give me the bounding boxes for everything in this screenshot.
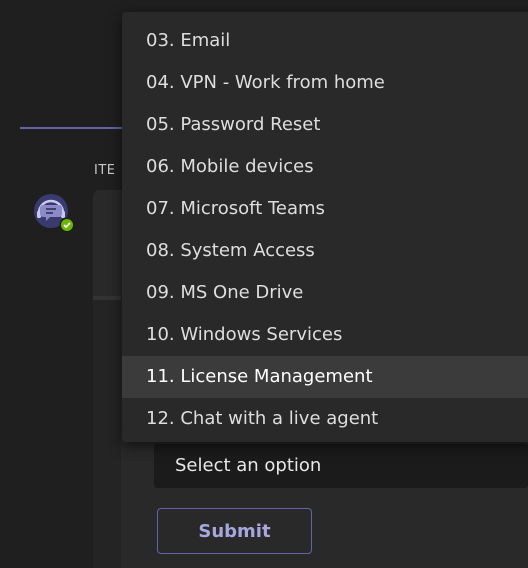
submit-button[interactable]: Submit xyxy=(157,508,312,554)
dropdown-option[interactable]: 12. Chat with a live agent xyxy=(122,398,528,440)
dropdown-option[interactable]: 10. Windows Services xyxy=(122,314,528,356)
accent-divider xyxy=(20,127,122,129)
dropdown-option[interactable]: 06. Mobile devices xyxy=(122,146,528,188)
available-check-icon xyxy=(59,217,75,233)
dropdown-option[interactable]: 08. System Access xyxy=(122,230,528,272)
dropdown-option[interactable]: 04. VPN - Work from home xyxy=(122,62,528,104)
option-list: 03. Email 04. VPN - Work from home 05. P… xyxy=(122,12,528,440)
bot-avatar-icon xyxy=(34,194,75,233)
message-sender-name: ITE xyxy=(94,163,116,178)
card-left-edge xyxy=(93,300,121,568)
dropdown-option-highlighted[interactable]: 11. License Management xyxy=(122,356,528,398)
dropdown-option[interactable]: 05. Password Reset xyxy=(122,104,528,146)
option-dropdown: 03. Email 04. VPN - Work from home 05. P… xyxy=(122,12,528,442)
bot-avatar[interactable] xyxy=(32,192,78,234)
dropdown-option[interactable]: 09. MS One Drive xyxy=(122,272,528,314)
option-select-placeholder: Select an option xyxy=(175,455,322,476)
dropdown-option[interactable]: 07. Microsoft Teams xyxy=(122,188,528,230)
dropdown-option[interactable]: 03. Email xyxy=(122,20,528,62)
